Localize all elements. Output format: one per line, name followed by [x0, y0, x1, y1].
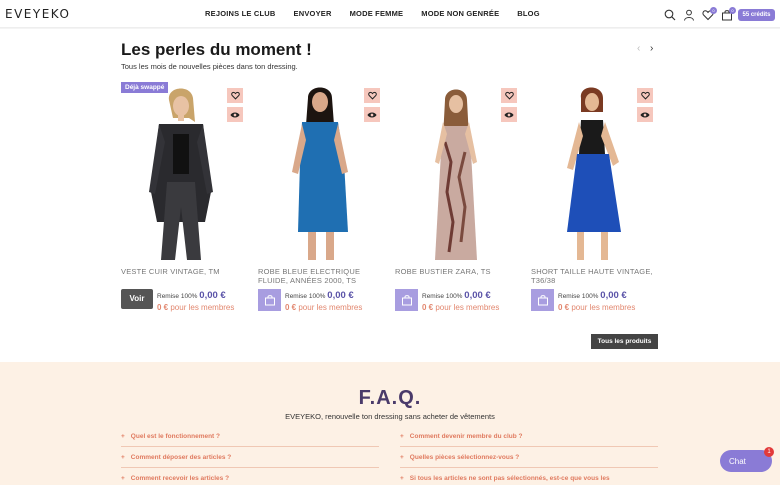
price-line: Remise 100% 0,00 €: [558, 290, 627, 301]
member-price: 0 €: [157, 303, 169, 312]
faq-question[interactable]: + Quelles pièces sélectionnez-vous ?: [400, 454, 658, 468]
faq-question-text: Comment déposer des articles ?: [130, 454, 232, 461]
faq-question-text: Si tous les articles ne sont pas sélecti…: [409, 475, 610, 482]
plus-icon: +: [400, 433, 404, 440]
site-header: EVEYEKO REJOINS LE CLUB ENVOYER MODE FEM…: [0, 0, 780, 28]
product-price: 0,00 €: [199, 290, 226, 301]
price-line: Remise 100% 0,00 €: [422, 290, 491, 301]
product-name[interactable]: ROBE BUSTIER ZARA, TS: [395, 267, 523, 276]
add-to-bag-button[interactable]: [258, 289, 281, 311]
add-to-bag-button[interactable]: [531, 289, 554, 311]
member-price: 0 €: [285, 303, 297, 312]
wishlist-heart-icon[interactable]: [364, 88, 380, 103]
credits-badge[interactable]: 55 crédits: [738, 9, 775, 21]
plus-icon: +: [121, 433, 125, 440]
faq-section: F.A.Q. EVEYEKO, renouvelle ton dressing …: [0, 362, 780, 485]
quick-view-eye-icon[interactable]: [364, 107, 380, 122]
price-line: Remise 100% 0,00 €: [285, 290, 354, 301]
site-logo[interactable]: EVEYEKO: [5, 7, 70, 21]
product-price: 0,00 €: [464, 290, 491, 301]
product-card[interactable]: Déjà swappé VESTE CUIR VINTAGE, TM Voir …: [121, 82, 249, 317]
plus-icon: +: [121, 475, 125, 482]
nav-rejoins-le-club[interactable]: REJOINS LE CLUB: [205, 9, 276, 18]
product-card[interactable]: SHORT TAILLE HAUTE VINTAGE, T36/38 Remis…: [531, 82, 659, 317]
discount-text: Remise 100%: [285, 293, 326, 300]
product-price: 0,00 €: [600, 290, 627, 301]
member-text: pour les membres: [571, 303, 636, 312]
nav-mode-femme[interactable]: MODE FEMME: [350, 9, 404, 18]
faq-question[interactable]: + Comment recevoir les articles ?: [121, 475, 379, 485]
add-to-bag-button[interactable]: [395, 289, 418, 311]
product-card[interactable]: ROBE BUSTIER ZARA, TS Remise 100% 0,00 €…: [395, 82, 523, 317]
swapped-badge: Déjà swappé: [121, 82, 169, 93]
shopping-bag-icon: [537, 295, 548, 306]
faq-question[interactable]: + Si tous les articles ne sont pas sélect…: [400, 475, 658, 485]
product-card[interactable]: ROBE BLEUE ELECTRIQUE FLUIDE, ANNÉES 200…: [258, 82, 386, 317]
shopping-bag-icon: [264, 295, 275, 306]
discount-text: Remise 100%: [558, 293, 599, 300]
carousel-prev-icon[interactable]: ‹: [637, 43, 640, 54]
section-subtitle: Tous les mois de nouvelles pièces dans t…: [121, 62, 298, 71]
all-products-button[interactable]: Tous les produits: [591, 334, 658, 349]
section-title: Les perles du moment !: [121, 40, 312, 59]
plus-icon: +: [400, 454, 404, 461]
wishlist-heart-icon[interactable]: [227, 88, 243, 103]
member-price: 0 €: [422, 303, 434, 312]
quick-view-eye-icon[interactable]: [637, 107, 653, 122]
plus-icon: +: [121, 454, 125, 461]
member-text: pour les membres: [170, 303, 235, 312]
nav-mode-non-genree[interactable]: MODE NON GENRÉE: [421, 9, 499, 18]
faq-subtitle: EVEYEKO, renouvelle ton dressing sans ac…: [285, 412, 495, 421]
shopping-bag-icon: [401, 295, 412, 306]
wishlist-heart-icon[interactable]: [637, 88, 653, 103]
member-price-line: 0 € pour les membres: [558, 303, 635, 312]
faq-title: F.A.Q.: [358, 387, 422, 409]
price-line: Remise 100% 0,00 €: [157, 290, 226, 301]
nav-envoyer[interactable]: ENVOYER: [294, 9, 332, 18]
faq-question-text: Quel est le fonctionnement ?: [130, 433, 221, 440]
chat-unread-badge: 1: [764, 447, 774, 457]
view-button[interactable]: Voir: [121, 289, 153, 309]
faq-question-text: Quelles pièces sélectionnez-vous ?: [409, 454, 520, 461]
faq-question-text: Comment devenir membre du club ?: [409, 433, 523, 440]
discount-text: Remise 100%: [157, 293, 198, 300]
wishlist-count-badge: 0: [710, 7, 717, 14]
faq-question[interactable]: + Comment déposer des articles ?: [121, 454, 379, 468]
member-price-line: 0 € pour les membres: [422, 303, 499, 312]
search-icon[interactable]: [664, 8, 676, 21]
product-price: 0,00 €: [327, 290, 354, 301]
carousel-next-icon[interactable]: ›: [650, 43, 653, 54]
member-price-line: 0 € pour les membres: [285, 303, 362, 312]
member-text: pour les membres: [435, 303, 500, 312]
cart-count-badge: 0: [729, 7, 736, 14]
faq-question[interactable]: + Quel est le fonctionnement ?: [121, 433, 379, 447]
discount-text: Remise 100%: [422, 293, 463, 300]
quick-view-eye-icon[interactable]: [227, 107, 243, 122]
member-text: pour les membres: [298, 303, 363, 312]
faq-question[interactable]: + Comment devenir membre du club ?: [400, 433, 658, 447]
main-nav: REJOINS LE CLUB ENVOYER MODE FEMME MODE …: [205, 9, 540, 18]
quick-view-eye-icon[interactable]: [501, 107, 517, 122]
product-name[interactable]: ROBE BLEUE ELECTRIQUE FLUIDE, ANNÉES 200…: [258, 267, 386, 285]
user-icon[interactable]: [683, 8, 695, 21]
nav-blog[interactable]: BLOG: [517, 9, 539, 18]
member-price-line: 0 € pour les membres: [157, 303, 234, 312]
plus-icon: +: [400, 475, 404, 482]
member-price: 0 €: [558, 303, 570, 312]
product-name[interactable]: VESTE CUIR VINTAGE, TM: [121, 267, 249, 276]
chat-label: Chat: [729, 456, 746, 466]
featured-section: Les perles du moment ! Tous les mois de …: [0, 29, 780, 362]
faq-question-text: Comment recevoir les articles ?: [130, 475, 230, 482]
product-name[interactable]: SHORT TAILLE HAUTE VINTAGE, T36/38: [531, 267, 659, 285]
wishlist-heart-icon[interactable]: [501, 88, 517, 103]
